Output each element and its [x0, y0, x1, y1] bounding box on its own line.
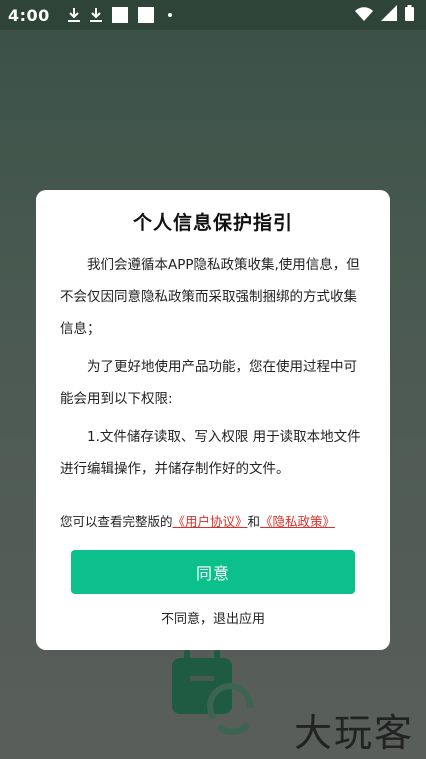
download-icon [67, 8, 80, 22]
dot-icon [167, 13, 172, 17]
battery-icon [405, 5, 414, 25]
signal-icon [381, 5, 397, 25]
download-icon [89, 8, 102, 22]
notice-and: 和 [247, 514, 261, 529]
agree-button[interactable]: 同意 [71, 550, 355, 594]
app-logo [170, 648, 260, 738]
disagree-exit-button[interactable]: 不同意，退出应用 [36, 608, 390, 627]
privacy-policy-link[interactable]: 《隐私政策》 [260, 514, 335, 529]
dialog-paragraph: 为了更好地使用产品功能，您在使用过程中可能会用到以下权限: [60, 359, 357, 407]
watermark-logo: 大玩客 [293, 711, 414, 755]
white-square-icon [111, 7, 128, 23]
privacy-dialog: 个人信息保护指引 我们会遵循本APP隐私政策收集,使用信息，但不会仅因同意隐私政… [36, 190, 390, 650]
dialog-paragraph: 1.文件储存读取、写入权限 用于读取本地文件进行编辑操作，并储存制作好的文件。 [60, 429, 361, 477]
user-agreement-link[interactable]: 《用户协议》 [173, 514, 248, 529]
white-square-icon [137, 7, 154, 23]
notice-prefix: 您可以查看完整版的 [60, 514, 173, 529]
dialog-title: 个人信息保护指引 [132, 212, 293, 234]
agreement-notice: 您可以查看完整版的《用户协议》和《隐私政策》 [60, 511, 366, 530]
dialog-paragraph: 我们会遵循本APP隐私政策收集,使用信息，但不会仅因同意隐私政策而采取强制捆绑的… [60, 257, 360, 337]
status-notifications [67, 7, 172, 23]
screen: 4:00 大玩客 个人信息保护指引 我们会遵循本APP隐私政策收集,使用信息，但… [0, 0, 426, 759]
status-bar: 4:00 [0, 0, 426, 30]
status-system-icons [355, 5, 414, 25]
wifi-icon [355, 6, 373, 25]
status-time: 4:00 [8, 5, 50, 25]
